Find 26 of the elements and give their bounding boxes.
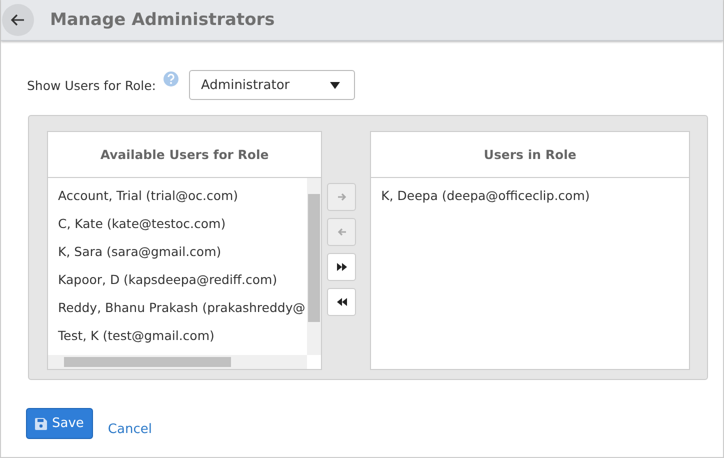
list-heading: Users in Role: [371, 132, 689, 178]
help-icon[interactable]: [163, 71, 179, 87]
double-left-arrow-icon: [336, 297, 347, 307]
right-arrow-icon: [336, 192, 347, 202]
back-button[interactable]: [2, 4, 34, 36]
vertical-scrollbar[interactable]: [307, 178, 322, 355]
user-list-item[interactable]: Account, Trial (trial@oc.com): [48, 182, 308, 210]
user-list-item[interactable]: K, Deepa (deepa@officeclip.com): [371, 182, 689, 210]
cancel-link[interactable]: Cancel: [108, 422, 152, 437]
user-list-item[interactable]: Test, K (test@gmail.com): [48, 322, 308, 350]
save-button[interactable]: Save: [26, 408, 93, 439]
horizontal-scrollbar[interactable]: [48, 355, 308, 369]
user-list-item[interactable]: Kapoor, D (kapsdeepa@rediff.com): [48, 266, 308, 294]
list-heading: Available Users for Role: [48, 132, 322, 178]
back-arrow-icon: [11, 14, 25, 26]
role-dropdown[interactable]: Administrator: [189, 70, 355, 100]
user-list-item[interactable]: Reddy, Bhanu Prakash (prakashreddy@: [48, 294, 308, 322]
caret-icon: [330, 82, 340, 88]
double-right-arrow-icon: [336, 262, 347, 272]
user-list-item[interactable]: K, Sara (sara@gmail.com): [48, 238, 308, 266]
user-list-item[interactable]: C, Kate (kate@testoc.com): [48, 210, 308, 238]
left-arrow-icon: [336, 227, 347, 237]
move-all-right-button[interactable]: [327, 253, 356, 281]
page-title: Manage Administrators: [50, 10, 275, 30]
move-all-left-button[interactable]: [327, 288, 356, 316]
role-label: Show Users for Role:: [27, 78, 156, 92]
